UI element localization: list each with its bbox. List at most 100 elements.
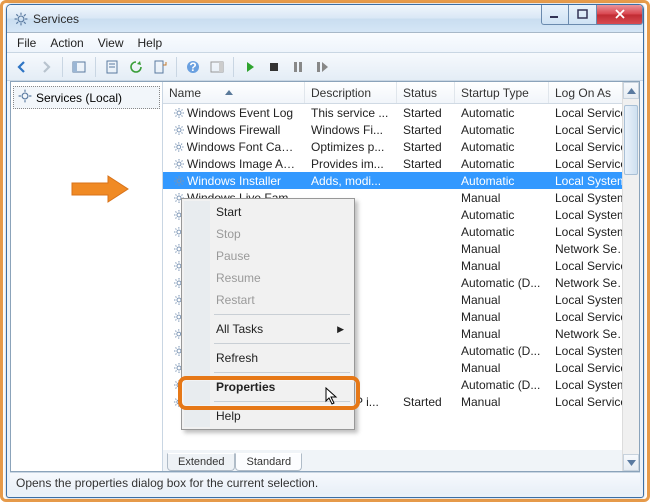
service-startup-type: Manual [455,242,549,256]
close-button[interactable] [597,5,643,25]
service-startup-type: Automatic [455,106,549,120]
tab-extended[interactable]: Extended [167,453,235,471]
cm-separator [214,343,350,344]
titlebar[interactable]: Services [7,5,643,33]
service-description: Provides im... [305,157,397,171]
service-description: This service ... [305,106,397,120]
back-button[interactable] [11,56,33,78]
forward-button[interactable] [35,56,57,78]
cm-start[interactable]: Start [184,201,352,223]
gear-icon [169,106,185,120]
menubar: File Action View Help [7,33,643,53]
service-startup-type: Manual [455,310,549,324]
service-row[interactable]: Windows Image Ac... Provides im...Started… [163,155,639,172]
cm-separator [214,314,350,315]
list-header: Name Description Status Startup Type Log… [163,82,639,104]
status-text: Opens the properties dialog box for the … [16,476,318,490]
service-startup-type: Manual [455,191,549,205]
service-startup-type: Automatic [455,225,549,239]
service-startup-type: Automatic (D... [455,378,549,392]
svg-text:?: ? [189,60,196,74]
services-icon [13,11,29,27]
statusbar: Opens the properties dialog box for the … [10,472,640,494]
vertical-scrollbar[interactable] [622,82,639,471]
service-startup-type: Automatic [455,174,549,188]
scroll-down-button[interactable] [623,454,639,471]
gear-icon [18,89,32,106]
gear-icon [169,140,185,154]
service-startup-type: Manual [455,293,549,307]
cm-properties[interactable]: Properties [184,376,352,398]
stop-service-button[interactable] [263,56,285,78]
window-title: Services [33,12,541,26]
cm-resume: Resume [184,267,352,289]
service-row[interactable]: Windows Event Log This service ...Started… [163,104,639,121]
cm-restart: Restart [184,289,352,311]
service-status: Started [397,157,455,171]
cm-stop: Stop [184,223,352,245]
service-description: Windows Fi... [305,123,397,137]
refresh-button[interactable] [125,56,147,78]
service-name: Windows Image Ac... [187,157,299,171]
service-startup-type: Automatic [455,140,549,154]
sort-ascending-icon [225,90,233,95]
toolbar: ? [7,53,643,81]
service-name: Windows Font Cach... [187,140,300,154]
service-name: Windows Installer [187,174,281,188]
service-row[interactable]: Windows Font Cach... Optimizes p...Starte… [163,138,639,155]
service-startup-type: Automatic [455,123,549,137]
service-startup-type: Manual [455,395,549,409]
column-startup-type[interactable]: Startup Type [455,82,549,103]
help-button[interactable]: ? [182,56,204,78]
service-row[interactable]: Windows InstallerAdds, modi...AutomaticL… [163,172,639,189]
service-description: Optimizes p... [305,140,397,154]
service-status: Started [397,106,455,120]
cm-separator [214,401,350,402]
menu-action[interactable]: Action [44,34,89,52]
action-pane-button[interactable] [206,56,228,78]
service-startup-type: Manual [455,361,549,375]
export-button[interactable] [149,56,171,78]
service-row[interactable]: Windows Firewall Windows Fi...StartedAuto… [163,121,639,138]
service-startup-type: Manual [455,327,549,341]
service-status: Started [397,123,455,137]
column-description[interactable]: Description [305,82,397,103]
cm-separator [214,372,350,373]
service-startup-type: Automatic [455,208,549,222]
cm-help[interactable]: Help [184,405,352,427]
cm-refresh[interactable]: Refresh [184,347,352,369]
gear-icon [169,157,185,171]
cm-all-tasks[interactable]: All Tasks▶ [184,318,352,340]
pause-service-button[interactable] [287,56,309,78]
start-service-button[interactable] [239,56,261,78]
menu-view[interactable]: View [92,34,130,52]
scroll-track[interactable] [623,99,639,454]
submenu-arrow-icon: ▶ [337,324,344,335]
scroll-thumb[interactable] [624,105,638,175]
column-name[interactable]: Name [163,82,305,103]
tree-item-services-local[interactable]: Services (Local) [13,86,160,109]
show-hide-pane-button[interactable] [68,56,90,78]
context-menu: Start Stop Pause Resume Restart All Task… [181,198,355,430]
restart-service-button[interactable] [311,56,333,78]
service-description: Adds, modi... [305,174,397,188]
service-name: Windows Event Log [187,106,293,120]
tree-item-label: Services (Local) [36,91,122,105]
maximize-button[interactable] [569,5,597,25]
service-startup-type: Manual [455,259,549,273]
properties-toolbar-button[interactable] [101,56,123,78]
service-startup-type: Automatic (D... [455,344,549,358]
gear-icon [169,123,185,137]
menu-file[interactable]: File [11,34,42,52]
service-status: Started [397,140,455,154]
gear-icon [169,174,185,188]
minimize-button[interactable] [541,5,569,25]
service-startup-type: Automatic [455,157,549,171]
service-name: Windows Firewall [187,123,280,137]
tab-strip: Extended Standard [163,449,639,471]
tab-standard[interactable]: Standard [235,453,302,471]
scroll-up-button[interactable] [623,82,639,99]
cm-pause: Pause [184,245,352,267]
column-status[interactable]: Status [397,82,455,103]
menu-help[interactable]: Help [132,34,169,52]
